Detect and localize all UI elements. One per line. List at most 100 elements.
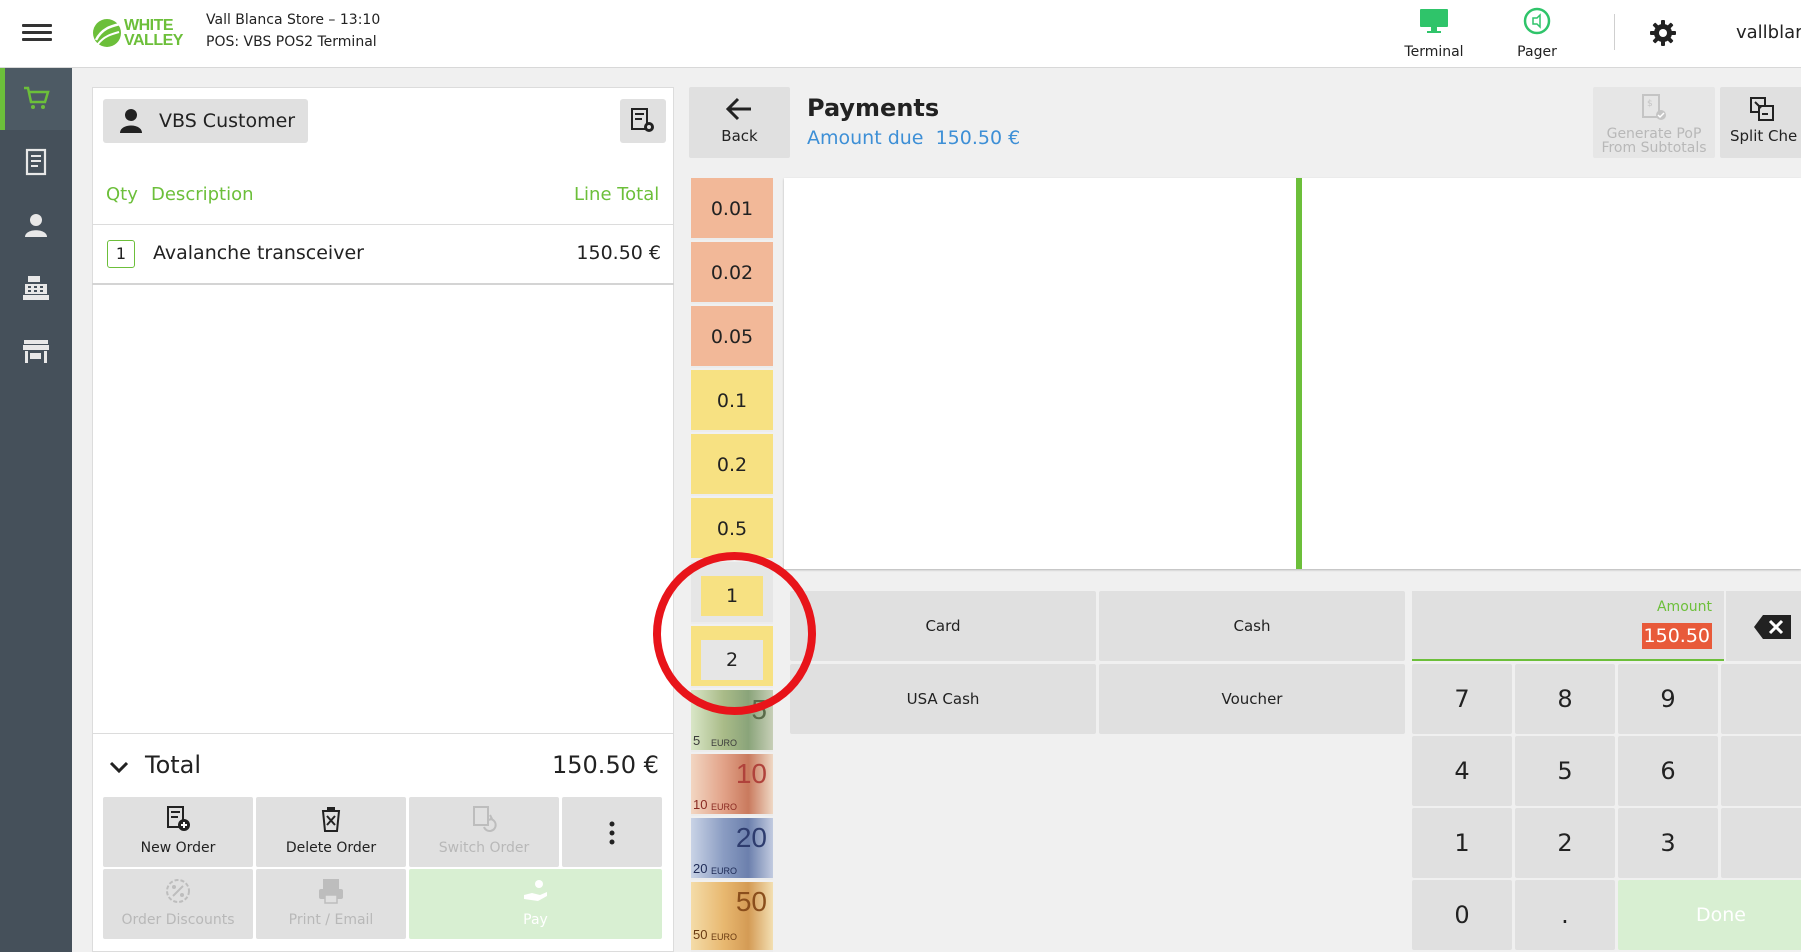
store-icon: [23, 340, 49, 363]
sidebar-item-receipts[interactable]: [0, 132, 72, 194]
column-header-description: Description: [151, 184, 254, 205]
amount-label: Amount: [1656, 599, 1712, 615]
sidebar-item-customers[interactable]: [0, 195, 72, 257]
banknote-50[interactable]: 50 50 EURO: [691, 882, 773, 952]
split-icon: [1750, 97, 1774, 121]
receipt-check-icon: $: [1642, 94, 1666, 120]
coin-0-5[interactable]: 0.5: [691, 498, 773, 560]
payment-display-area: [784, 178, 1801, 569]
item-description: Avalanche transceiver: [153, 242, 364, 264]
total-divider: [92, 733, 674, 734]
amount-due: Amount due 150.50 €: [807, 127, 1020, 149]
keypad-extra-2[interactable]: [1721, 736, 1801, 806]
amount-value: 150.50: [1641, 623, 1712, 649]
item-line-total: 150.50 €: [576, 242, 661, 264]
customer-name: VBS Customer: [159, 110, 296, 132]
backspace-button[interactable]: [1726, 591, 1801, 661]
receipt-settings-icon: [631, 108, 654, 132]
user-icon: [120, 109, 142, 133]
print-email-button[interactable]: Print / Email: [256, 869, 406, 939]
new-order-button[interactable]: New Order: [103, 797, 253, 867]
coin-0-02[interactable]: 0.02: [691, 242, 773, 304]
keypad-8[interactable]: 8: [1515, 664, 1615, 734]
white-valley-logo: WHITE VALLEY: [92, 16, 192, 52]
discount-icon: [166, 879, 190, 903]
pager-button[interactable]: Pager: [1492, 6, 1582, 62]
sidebar-item-cash-register[interactable]: [0, 258, 72, 320]
delete-order-button[interactable]: Delete Order: [256, 797, 406, 867]
voucher-button[interactable]: Voucher: [1099, 664, 1405, 734]
page-title: Payments: [807, 94, 940, 122]
coin-0-2[interactable]: 0.2: [691, 434, 773, 496]
card-button[interactable]: Card: [790, 591, 1096, 661]
coin-2-label: 2: [701, 640, 763, 680]
keypad-5[interactable]: 5: [1515, 736, 1615, 806]
switch-order-icon: [473, 806, 497, 832]
username[interactable]: vallblar: [1736, 22, 1801, 43]
total-label: Total: [145, 751, 202, 779]
cash-register-icon: [23, 276, 49, 300]
customer-button[interactable]: VBS Customer: [103, 99, 308, 143]
banknote-10[interactable]: 10 10 EURO: [691, 754, 773, 816]
keypad-2[interactable]: 2: [1515, 808, 1615, 878]
more-vertical-icon: [609, 821, 615, 845]
banknote-5[interactable]: 5 5 EURO: [691, 690, 773, 752]
back-button[interactable]: Back: [689, 87, 790, 158]
table-row[interactable]: 1 Avalanche transceiver 150.50 €: [92, 225, 674, 285]
keypad-1[interactable]: 1: [1412, 808, 1512, 878]
pay-hand-icon: [523, 880, 547, 901]
banknote-20[interactable]: 20 20 EURO: [691, 818, 773, 880]
keypad-0[interactable]: 0: [1412, 880, 1512, 950]
cash-button[interactable]: Cash: [1099, 591, 1405, 661]
pay-button[interactable]: Pay: [409, 869, 662, 939]
payment-display-divider: [1296, 178, 1302, 569]
keypad-4[interactable]: 4: [1412, 736, 1512, 806]
backspace-icon: [1754, 615, 1791, 639]
coin-1-label: 1: [701, 576, 763, 616]
svg-text:$: $: [1647, 99, 1653, 109]
gear-icon[interactable]: [1648, 18, 1678, 48]
amount-field[interactable]: Amount 150.50: [1412, 591, 1724, 661]
pos-terminal-name: POS: VBS POS2 Terminal: [206, 34, 377, 50]
store-name: Vall Blanca Store – 13:10: [206, 12, 381, 28]
qty-badge[interactable]: 1: [107, 240, 135, 268]
order-discounts-button[interactable]: Order Discounts: [103, 869, 253, 939]
sidebar-item-cart[interactable]: [0, 68, 72, 130]
trash-icon: [321, 807, 341, 832]
keypad-6[interactable]: 6: [1618, 736, 1718, 806]
coin-0-1[interactable]: 0.1: [691, 370, 773, 432]
coin-1[interactable]: 1: [691, 562, 773, 624]
more-options-button[interactable]: [562, 797, 662, 867]
terminal-button[interactable]: Terminal: [1389, 6, 1479, 62]
order-settings-button[interactable]: [620, 99, 666, 143]
coin-2[interactable]: 2: [691, 626, 773, 688]
chevron-down-icon[interactable]: [108, 756, 130, 778]
split-check-button[interactable]: Split Che: [1720, 87, 1801, 158]
sidebar-item-store[interactable]: [0, 321, 72, 383]
total-value: 150.50 €: [552, 751, 659, 779]
user-icon: [25, 214, 47, 237]
usa-cash-button[interactable]: USA Cash: [790, 664, 1096, 734]
cart-icon: [24, 86, 50, 109]
logo-leaf-icon: [93, 19, 121, 47]
column-header-line-total: Line Total: [574, 184, 660, 205]
monitor-icon: [1420, 9, 1448, 33]
new-order-icon: [167, 806, 190, 831]
print-icon: [319, 879, 343, 904]
amount-due-value: 150.50 €: [935, 127, 1021, 149]
coin-0-01[interactable]: 0.01: [691, 178, 773, 240]
generate-pop-button[interactable]: $ Generate PoP From Subtotals: [1593, 87, 1715, 158]
keypad-extra-3[interactable]: [1721, 808, 1801, 878]
keypad-7[interactable]: 7: [1412, 664, 1512, 734]
keypad-extra-1[interactable]: [1721, 664, 1801, 734]
pager-icon: [1523, 7, 1551, 35]
receipt-icon: [25, 148, 47, 176]
keypad-9[interactable]: 9: [1618, 664, 1718, 734]
column-header-qty: Qty: [106, 184, 138, 205]
menu-icon[interactable]: [22, 20, 52, 46]
keypad-3[interactable]: 3: [1618, 808, 1718, 878]
coin-0-05[interactable]: 0.05: [691, 306, 773, 368]
keypad-decimal[interactable]: .: [1515, 880, 1615, 950]
switch-order-button[interactable]: Switch Order: [409, 797, 559, 867]
done-button[interactable]: Done: [1618, 880, 1801, 950]
